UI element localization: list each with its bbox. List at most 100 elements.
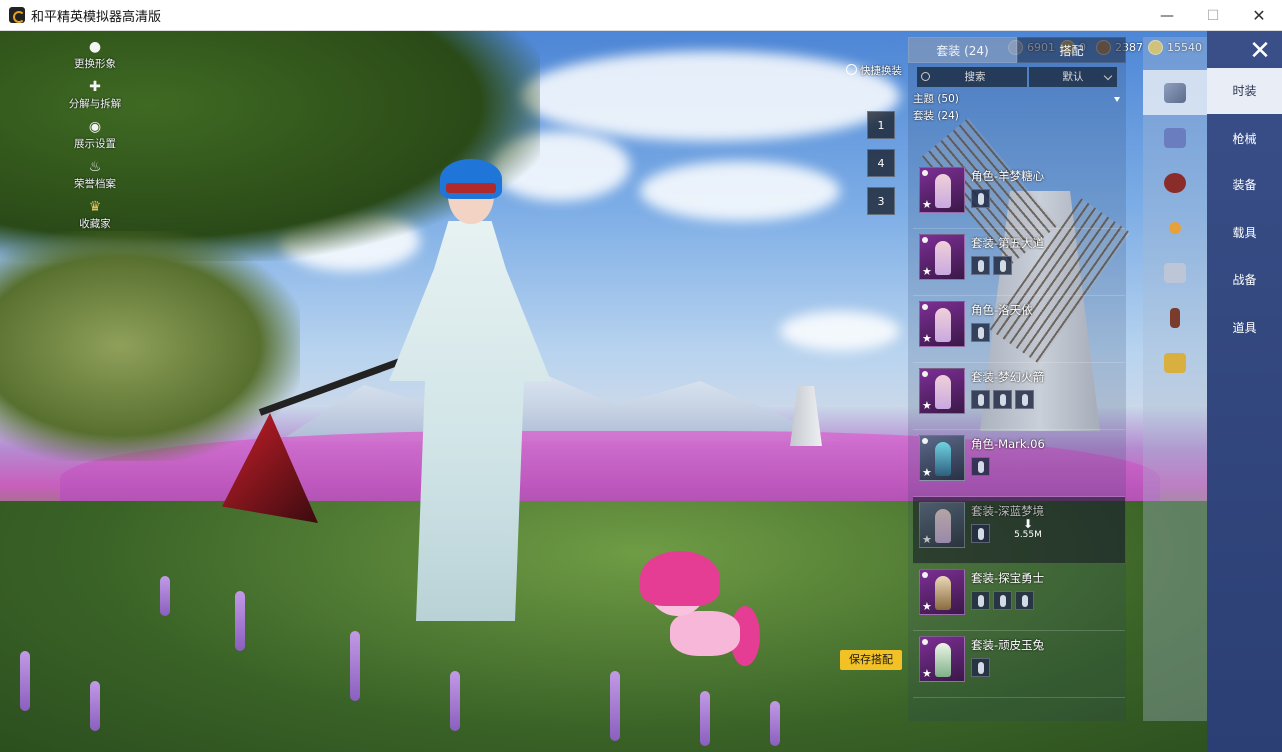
download-button[interactable]: ⬇ 5.55M (1013, 518, 1043, 541)
outfit-part-icon[interactable] (993, 390, 1012, 409)
category-items[interactable]: 道具 (1207, 305, 1282, 351)
outfit-parts (971, 658, 993, 677)
list-item[interactable]: ★ 角色-羊梦糖心 (913, 162, 1125, 229)
close-panel-button[interactable]: ✕ (1245, 38, 1275, 64)
outfit-part-icon[interactable] (971, 591, 990, 610)
figure-button[interactable] (1143, 295, 1207, 340)
quick-swap-slot-3[interactable]: 3 (867, 187, 895, 215)
figure-icon (935, 643, 951, 677)
outfit-part-icon[interactable] (971, 457, 990, 476)
item-type-rail (1143, 37, 1207, 721)
outfit-parts (971, 591, 1037, 610)
app-window: 和平精英模拟器高清版 — ☐ ✕ ● 更换形象 ✚ 分解与拆解 ◉ 展示设置 ♨… (0, 0, 1282, 752)
outfit-part-icon[interactable] (971, 256, 990, 275)
set-count: 套装 (24) (913, 110, 959, 122)
weapon-skin-button[interactable] (1143, 115, 1207, 160)
outfit-part-icon[interactable] (971, 189, 990, 208)
decompose-button[interactable]: ✚ 分解与拆解 (55, 78, 135, 118)
outfit-thumbnail: ★ (919, 368, 965, 414)
minimize-icon: — (1160, 7, 1174, 24)
quick-swap-slot-4[interactable]: 4 (867, 149, 895, 177)
cloud (520, 51, 900, 141)
category-battle-prep[interactable]: 战备 (1207, 257, 1282, 303)
list-item-locked[interactable]: ★ 套装-深蓝梦境 ⬇ 5.55M (913, 497, 1125, 564)
quick-swap-slot-number: 3 (877, 195, 885, 208)
character-blindfold (446, 183, 496, 193)
favorite-star-icon[interactable]: ★ (922, 668, 932, 679)
favorite-star-icon[interactable]: ★ (922, 400, 932, 411)
app-logo-icon (9, 7, 25, 23)
tab-sets[interactable]: 套装 (24) (908, 37, 1017, 63)
lavender (700, 691, 710, 746)
vest-icon (1164, 262, 1186, 283)
figure-icon (1170, 307, 1180, 328)
collector-button[interactable]: ♛ 收藏家 (55, 198, 135, 238)
favorite-star-icon[interactable]: ★ (922, 333, 932, 344)
theme-filter[interactable]: 主题 (50) (908, 91, 1126, 108)
window-title: 和平精英模拟器高清版 (31, 9, 162, 25)
emote-button[interactable] (1143, 205, 1207, 250)
outfit-name: 套装-深蓝梦境 (971, 504, 1045, 518)
outfit-part-icon[interactable] (1015, 591, 1034, 610)
type-icon (922, 304, 928, 310)
vest-button[interactable] (1143, 250, 1207, 295)
save-outfit-button[interactable]: 保存搭配 (840, 650, 902, 670)
outfit-thumbnail: ★ (919, 502, 965, 548)
display-settings-button[interactable]: ◉ 展示设置 (55, 118, 135, 158)
puzzle-icon: ✚ (89, 79, 101, 95)
collector-badge-icon: ♛ (88, 199, 102, 215)
tab-match[interactable]: 搭配 (1017, 37, 1126, 63)
bush (0, 231, 300, 461)
outfit-part-icon[interactable] (971, 390, 990, 409)
outfit-part-icon[interactable] (971, 323, 990, 342)
outfit-thumbnail: ★ (919, 636, 965, 682)
minimize-button[interactable]: — (1144, 0, 1190, 31)
hat-button[interactable] (1143, 160, 1207, 205)
decompose-label: 分解与拆解 (68, 98, 122, 110)
outfit-part-icon[interactable] (1015, 390, 1034, 409)
outfit-part-icon[interactable] (993, 256, 1012, 275)
collector-label: 收藏家 (79, 218, 111, 230)
list-item[interactable]: ★ 套装-第五大道 (913, 229, 1125, 296)
lavender (450, 671, 460, 731)
lavender (160, 576, 170, 616)
category-vehicles[interactable]: 载具 (1207, 210, 1282, 256)
lavender (610, 671, 620, 741)
list-item[interactable]: ★ 角色-Mark.06 (913, 430, 1125, 497)
quick-swap-text: 快捷换装 (860, 65, 902, 77)
outfit-part-icon[interactable] (993, 591, 1012, 610)
outfit-thumbnail: ★ (919, 301, 965, 347)
change-appearance-label: 更换形象 (74, 58, 116, 70)
list-item[interactable]: ★ 套装-探宝勇士 (913, 564, 1125, 631)
left-menu: ● 更换形象 ✚ 分解与拆解 ◉ 展示设置 ♨ 荣誉档案 ♛ 收藏家 (55, 38, 135, 238)
outfit-hanger-button[interactable] (1143, 70, 1207, 115)
favorite-star-icon[interactable]: ★ (922, 199, 932, 210)
list-item[interactable]: ★ 套装-梦幻火箭 (913, 363, 1125, 430)
chevron-down-icon (1103, 71, 1113, 81)
category-fashion[interactable]: 时装 (1207, 68, 1282, 114)
outfit-thumbnail: ★ (919, 435, 965, 481)
category-firearms[interactable]: 枪械 (1207, 116, 1282, 162)
lavender (770, 701, 780, 746)
list-item[interactable]: ★ 套装-顽皮玉兔 (913, 631, 1125, 698)
outfit-part-icon[interactable] (971, 524, 990, 543)
favorite-star-icon[interactable]: ★ (922, 601, 932, 612)
close-window-button[interactable]: ✕ (1236, 0, 1282, 31)
change-appearance-button[interactable]: ● 更换形象 (55, 38, 135, 78)
close-icon: ✕ (1252, 6, 1266, 25)
type-icon (922, 371, 928, 377)
search-input[interactable]: 搜索 (917, 67, 1027, 87)
outfit-parts (971, 189, 993, 208)
favorite-star-icon[interactable]: ★ (922, 467, 932, 478)
sort-dropdown[interactable]: 默认 (1029, 67, 1117, 87)
quick-swap-slot-1[interactable]: 1 (867, 111, 895, 139)
outfit-part-icon[interactable] (971, 658, 990, 677)
favorite-star-icon[interactable]: ★ (922, 266, 932, 277)
figure-icon (935, 308, 951, 342)
list-item[interactable]: ★ 角色-洛天依 (913, 296, 1125, 363)
glider-button[interactable] (1143, 340, 1207, 385)
favorite-star-icon[interactable]: ★ (922, 534, 932, 545)
maximize-button[interactable]: ☐ (1190, 0, 1236, 31)
category-equipment[interactable]: 装备 (1207, 162, 1282, 208)
honor-archive-button[interactable]: ♨ 荣誉档案 (55, 158, 135, 198)
